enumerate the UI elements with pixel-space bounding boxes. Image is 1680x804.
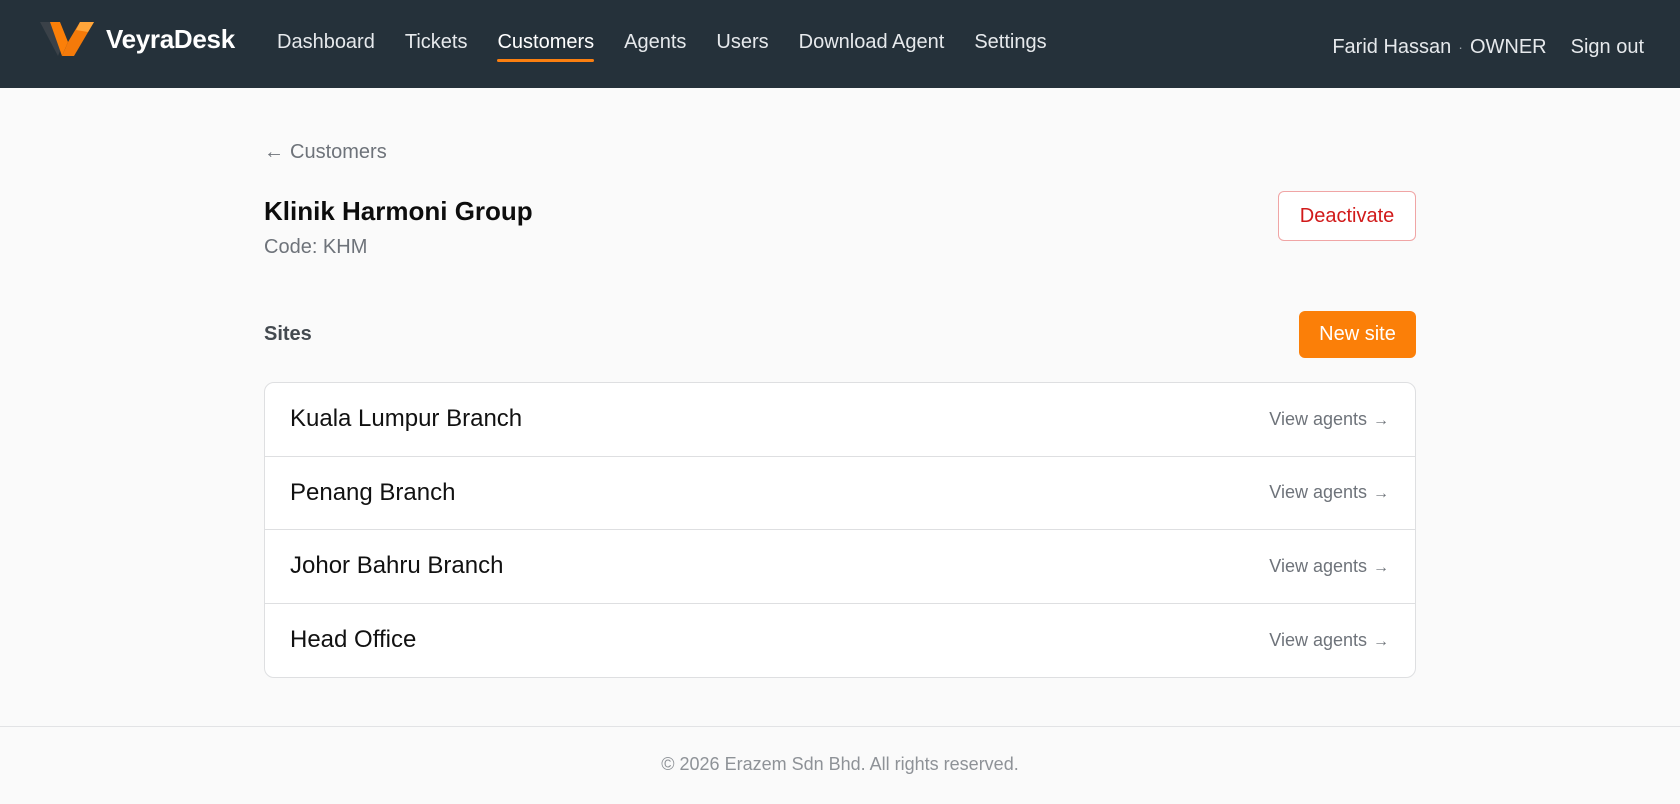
brand-name: VeyraDesk xyxy=(106,23,235,54)
nav-tickets[interactable]: Tickets xyxy=(405,0,468,88)
footer-copyright: © 2026 Erazem Sdn Bhd. All rights reserv… xyxy=(661,754,1019,774)
view-agents-link[interactable]: View agents → xyxy=(1269,630,1389,651)
breadcrumb-label: Customers xyxy=(290,141,387,163)
view-agents-label: View agents xyxy=(1269,482,1367,503)
main-nav: Dashboard Tickets Customers Agents Users… xyxy=(277,0,1077,88)
arrow-right-icon: → xyxy=(1373,411,1389,429)
site-row: Head Office View agents → xyxy=(265,604,1415,678)
top-navbar: VeyraDesk Dashboard Tickets Customers Ag… xyxy=(0,0,1680,88)
site-row: Johor Bahru Branch View agents → xyxy=(265,530,1415,604)
user-name: Farid Hassan xyxy=(1332,35,1452,58)
view-agents-link[interactable]: View agents → xyxy=(1269,409,1389,430)
sites-heading: Sites xyxy=(264,323,312,345)
nav-download-agent[interactable]: Download Agent xyxy=(799,0,945,88)
veyradesk-logo-icon xyxy=(40,22,94,56)
sign-out-link[interactable]: Sign out xyxy=(1571,36,1644,59)
nav-customers[interactable]: Customers xyxy=(497,0,594,88)
arrow-right-icon: → xyxy=(1373,632,1389,650)
deactivate-button[interactable]: Deactivate xyxy=(1278,191,1416,241)
brand[interactable]: VeyraDesk xyxy=(36,18,235,60)
arrow-right-icon: → xyxy=(1373,485,1389,503)
view-agents-label: View agents xyxy=(1269,629,1367,650)
footer-divider xyxy=(0,726,1680,727)
site-name: Johor Bahru Branch xyxy=(290,552,504,580)
arrow-right-icon: → xyxy=(1373,558,1389,576)
user-menu: Farid Hassan · OWNER Sign out xyxy=(1332,0,1644,88)
nav-agents[interactable]: Agents xyxy=(624,0,686,88)
view-agents-link[interactable]: View agents → xyxy=(1269,556,1389,577)
site-name: Head Office xyxy=(290,626,417,654)
nav-dashboard[interactable]: Dashboard xyxy=(277,0,375,88)
site-name: Kuala Lumpur Branch xyxy=(290,405,523,433)
page-title: Klinik Harmoni Group xyxy=(264,196,533,226)
view-agents-link[interactable]: View agents → xyxy=(1269,482,1389,503)
view-agents-label: View agents xyxy=(1269,408,1367,429)
site-row: Penang Branch View agents → xyxy=(265,457,1415,530)
site-name: Penang Branch xyxy=(290,478,456,506)
user-role: OWNER xyxy=(1469,35,1547,58)
nav-users[interactable]: Users xyxy=(716,0,768,88)
user-separator: · xyxy=(1458,39,1463,55)
nav-settings[interactable]: Settings xyxy=(974,0,1046,88)
new-site-button[interactable]: New site xyxy=(1299,311,1416,358)
back-arrow-icon: ← xyxy=(264,141,284,163)
site-row: Kuala Lumpur Branch View agents → xyxy=(265,383,1415,457)
view-agents-label: View agents xyxy=(1269,555,1367,576)
customer-code: Code: KHM xyxy=(264,236,368,258)
breadcrumb-back-link[interactable]: ← Customers xyxy=(264,141,387,164)
sites-list: Kuala Lumpur Branch View agents → Penang … xyxy=(264,382,1416,678)
